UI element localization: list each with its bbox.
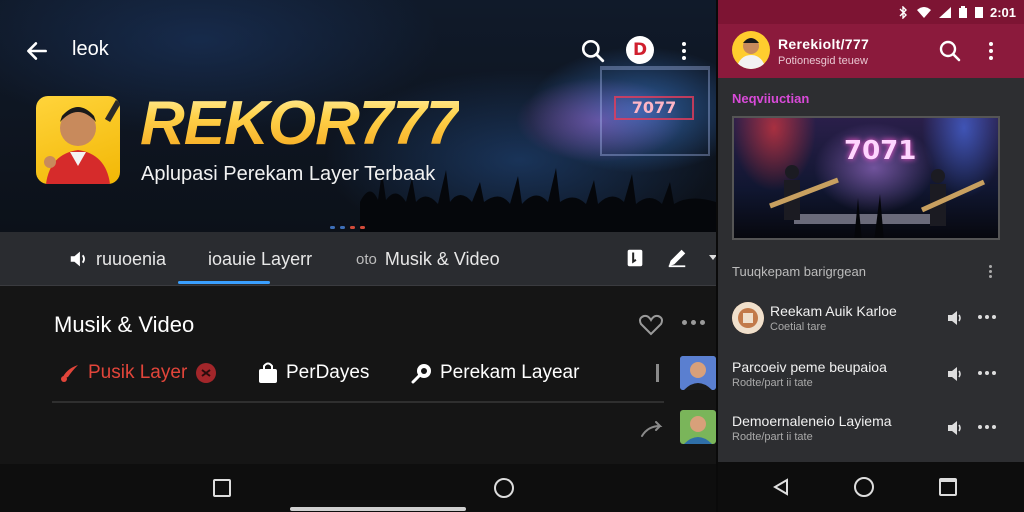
- now-playing-label: Neqviiuctian: [732, 91, 810, 106]
- volume-icon[interactable]: [946, 419, 964, 437]
- row-title: Reekam Auik Karloe: [770, 303, 897, 319]
- bookmark-icon[interactable]: [624, 247, 646, 269]
- chip-playlists-label: PerDayes: [286, 362, 370, 383]
- status-time: 2:01: [989, 4, 1016, 20]
- signal-icon: [938, 6, 951, 18]
- tab-audio[interactable]: ruuoenia: [68, 232, 166, 286]
- section-title: Musik & Video: [54, 312, 195, 337]
- phone-nav-bar: [718, 462, 1024, 512]
- tab-music-video-prefix: oto: [356, 250, 377, 268]
- phone-content: Neqviiuctian 7071 Tuuqkepam barigrgean R…: [718, 78, 1024, 462]
- phone-window: 2:01 Rerekiolt/777 Potionesgid teuew Neq…: [716, 0, 1024, 512]
- chip-playlists[interactable]: PerDayes: [256, 358, 369, 388]
- side-thumbnail-1[interactable]: [680, 356, 716, 390]
- section-menu-icon[interactable]: [988, 264, 992, 280]
- overflow-menu-icon[interactable]: [988, 40, 994, 62]
- row-more-icon[interactable]: [978, 371, 1000, 377]
- tab-bar: ruuoenia ioauie Layerr oto Musik & Video: [0, 232, 716, 286]
- edit-icon[interactable]: [666, 247, 688, 269]
- heart-icon[interactable]: [638, 314, 664, 336]
- system-nav-bar: [0, 464, 716, 512]
- recents-button[interactable]: [939, 478, 957, 496]
- concert-thumbnail[interactable]: 7071: [732, 116, 1000, 240]
- search-record-icon: [411, 364, 431, 384]
- phone-app-subtitle: Potionesgid teuew: [778, 55, 868, 67]
- chip-music-layer[interactable]: Pusik Layer: [58, 358, 217, 388]
- top-bar-title: leok: [72, 38, 109, 60]
- list-item[interactable]: Demoernaleneio Layiema Rodte/part ii tat…: [718, 408, 1024, 458]
- search-icon[interactable]: [580, 38, 606, 64]
- chip-screen-recorder[interactable]: Perekam Layear: [410, 358, 579, 388]
- recents-button[interactable]: [213, 479, 231, 497]
- wifi-icon: [916, 6, 931, 18]
- section-divider: [52, 401, 664, 403]
- carousel-indicator: [330, 226, 365, 229]
- stage-logo: 7077: [614, 96, 694, 120]
- shopping-bag-icon: [259, 362, 277, 383]
- row-title: Parcoeiv peme beupaioa: [732, 359, 887, 375]
- active-tab-indicator: [178, 281, 270, 284]
- chip-screen-recorder-label: Perekam Layear: [440, 362, 580, 383]
- music-note-icon: [61, 365, 78, 382]
- app-tagline: Aplupasi Perekam Layer Terbaak: [141, 163, 436, 185]
- battery-icon: [958, 5, 967, 18]
- record-badge-icon[interactable]: D: [626, 36, 654, 64]
- list-item[interactable]: Reekam Auik Karloe Coetial tare: [718, 298, 1024, 348]
- main-app-window: 7077 leok D REKOR777 Aplupasi Perekam La…: [0, 0, 716, 512]
- row-more-icon[interactable]: [978, 315, 1000, 321]
- phone-app-avatar: [732, 31, 770, 69]
- row-subtitle: Coetial tare: [770, 321, 827, 333]
- scroll-cue: [656, 364, 659, 382]
- app-logo-avatar: [36, 96, 120, 184]
- chevron-down-icon[interactable]: [708, 252, 716, 264]
- tab-music-video-label: Musik & Video: [384, 248, 500, 269]
- home-gesture-pill[interactable]: [290, 507, 466, 511]
- speaker-icon: [70, 251, 85, 267]
- row-subtitle: Rodte/part ii tate: [732, 431, 813, 443]
- home-button[interactable]: [494, 478, 514, 498]
- search-icon[interactable]: [938, 39, 962, 63]
- more-horizontal-icon[interactable]: [682, 320, 708, 326]
- back-triangle-icon[interactable]: [772, 478, 790, 496]
- back-arrow-icon[interactable]: [24, 38, 50, 64]
- status-bar: 2:01: [718, 0, 1024, 24]
- share-icon[interactable]: [640, 420, 664, 440]
- record-disc-icon: [196, 363, 217, 383]
- volume-icon[interactable]: [946, 365, 964, 383]
- tab-audio-label: ruuoenia: [96, 248, 167, 269]
- list-item[interactable]: Parcoeiv peme beupaioa Rodte/part ii tat…: [718, 354, 1024, 404]
- row-subtitle: Rodte/part ii tate: [732, 377, 813, 389]
- row-more-icon[interactable]: [978, 425, 1000, 431]
- volume-icon[interactable]: [946, 309, 964, 327]
- bluetooth-icon: [899, 5, 907, 19]
- tab-music-video[interactable]: oto Musik & Video: [356, 232, 500, 286]
- phone-app-title: Rerekiolt/777: [778, 36, 870, 52]
- chip-music-layer-label: Pusik Layer: [88, 362, 188, 383]
- sim-icon: [974, 6, 983, 18]
- row-title: Demoernaleneio Layiema: [732, 413, 892, 429]
- top-app-bar: leok D: [0, 26, 716, 74]
- side-thumbnail-2[interactable]: [680, 410, 716, 444]
- music-video-section: Musik & Video Pusik Layer PerDayes Perek…: [0, 286, 716, 464]
- row-thumbnail: [732, 302, 764, 334]
- tab-screen-layer-label: ioauie Layerr: [208, 248, 313, 269]
- tab-screen-layer[interactable]: ioauie Layerr: [208, 232, 312, 286]
- section-header: Tuuqkepam barigrgean: [732, 264, 866, 279]
- app-name-title: REKOR777: [140, 89, 460, 158]
- home-button[interactable]: [854, 477, 874, 497]
- overflow-menu-icon[interactable]: [681, 40, 687, 62]
- phone-app-bar: Rerekiolt/777 Potionesgid teuew: [718, 24, 1024, 78]
